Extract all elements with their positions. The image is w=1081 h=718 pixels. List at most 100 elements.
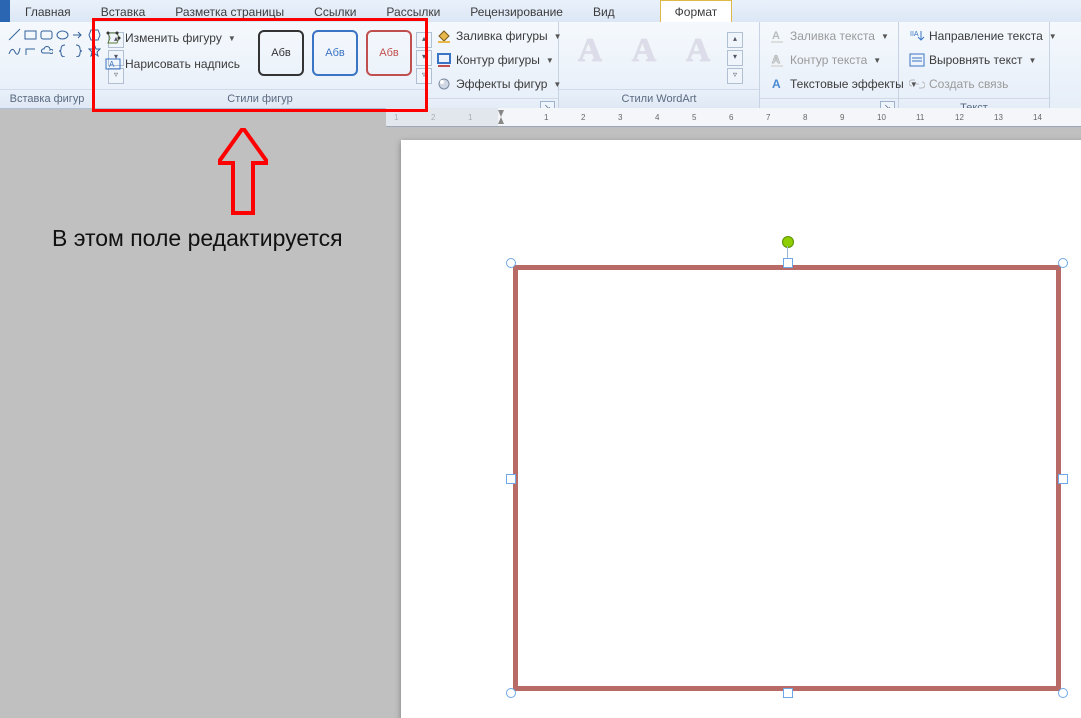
shape-ellipse-icon[interactable] <box>56 28 69 41</box>
svg-text:A: A <box>772 77 781 91</box>
svg-text:1: 1 <box>544 113 549 122</box>
svg-text:12: 12 <box>955 113 964 122</box>
shapes-gallery[interactable] <box>6 26 104 60</box>
wordart-gallery-nav: ▴ ▾ ▿ <box>727 32 743 84</box>
tab-format[interactable]: Формат <box>660 0 733 22</box>
shape-effects-button[interactable]: Эффекты фигур▼ <box>432 74 565 94</box>
shape-line-icon[interactable] <box>8 28 21 41</box>
wordart-more[interactable]: ▿ <box>727 68 743 84</box>
svg-text:IIA: IIA <box>910 31 919 38</box>
svg-text:9: 9 <box>840 113 845 122</box>
wordart-scroll-down[interactable]: ▾ <box>727 50 743 66</box>
align-text-button[interactable]: Выровнять текст▼ <box>905 50 1040 70</box>
svg-text:13: 13 <box>994 113 1003 122</box>
text-direction-icon: IIA <box>909 28 925 44</box>
shape-brace-icon[interactable] <box>56 44 69 57</box>
wordart-style-1[interactable]: A <box>565 26 615 76</box>
text-outline-icon: A <box>770 52 786 68</box>
file-tab-edge[interactable] <box>0 0 10 22</box>
resize-handle-t[interactable] <box>783 258 793 268</box>
svg-text:14: 14 <box>1033 113 1042 122</box>
bucket-icon <box>436 28 452 44</box>
svg-text:A: A <box>772 30 780 42</box>
svg-text:7: 7 <box>766 113 771 122</box>
textbox-icon: A <box>105 56 121 72</box>
resize-handle-bl[interactable] <box>506 688 516 698</box>
resize-handle-tl[interactable] <box>506 258 516 268</box>
edit-shape-label: Изменить фигуру <box>125 31 222 45</box>
shape-effects-label: Эффекты фигур <box>456 77 547 91</box>
shape-fill-button[interactable]: Заливка фигуры▼ <box>432 26 566 46</box>
shape-cloud-icon[interactable] <box>40 44 53 57</box>
resize-handle-tr[interactable] <box>1058 258 1068 268</box>
annotation-text: В этом поле редактируется <box>52 225 343 252</box>
tab-insert[interactable]: Вставка <box>86 0 161 22</box>
wordart-scroll-up[interactable]: ▴ <box>727 32 743 48</box>
tab-layout[interactable]: Разметка страницы <box>160 0 299 22</box>
shape-brace2-icon[interactable] <box>72 44 85 57</box>
text-effects-icon: A <box>770 76 786 92</box>
tab-mailings[interactable]: Рассылки <box>371 0 455 22</box>
text-outline-button[interactable]: A Контур текста▼ <box>766 50 885 70</box>
group-label-shape-styles: Стили фигур <box>95 89 425 108</box>
ribbon: ▴ ▾ ▿ Вставка фигур Изменить фигуру ▼ A <box>0 22 1081 109</box>
shape-elbow-icon[interactable] <box>24 44 37 57</box>
resize-handle-br[interactable] <box>1058 688 1068 698</box>
svg-text:4: 4 <box>655 113 660 122</box>
shape-roundrect-icon[interactable] <box>40 28 53 41</box>
draw-textbox-button[interactable]: A Нарисовать надпись <box>101 54 244 74</box>
resize-handle-b[interactable] <box>783 688 793 698</box>
group-wordart-styles: A A A ▴ ▾ ▿ Стили WordArt <box>559 22 760 108</box>
align-text-label: Выровнять текст <box>929 53 1022 67</box>
effects-icon <box>436 76 452 92</box>
shape-style-3[interactable]: Абв <box>366 30 412 76</box>
shape-rectangle[interactable] <box>513 265 1061 691</box>
dropdown-icon: ▼ <box>228 34 236 43</box>
edit-shape-icon <box>105 30 121 46</box>
tab-references[interactable]: Ссылки <box>299 0 371 22</box>
link-icon <box>909 76 925 92</box>
tab-view[interactable]: Вид <box>578 0 630 22</box>
wordart-style-3[interactable]: A <box>673 26 723 76</box>
svg-text:6: 6 <box>729 113 734 122</box>
tab-home[interactable]: Главная <box>10 0 86 22</box>
edit-shape-button[interactable]: Изменить фигуру ▼ <box>101 28 244 48</box>
pen-outline-icon <box>436 52 452 68</box>
tab-review[interactable]: Рецензирование <box>455 0 578 22</box>
selected-shape[interactable] <box>506 258 1068 698</box>
rotation-handle[interactable] <box>782 236 794 248</box>
shape-rect-icon[interactable] <box>24 28 37 41</box>
group-insert-shapes: ▴ ▾ ▿ Вставка фигур <box>0 22 95 108</box>
align-text-icon <box>909 52 925 68</box>
shape-arrow-icon[interactable] <box>72 28 85 41</box>
svg-text:8: 8 <box>803 113 808 122</box>
shape-outline-button[interactable]: Контур фигуры▼ <box>432 50 558 70</box>
svg-text:2: 2 <box>581 113 586 122</box>
svg-text:3: 3 <box>618 113 623 122</box>
wordart-style-2[interactable]: A <box>619 26 669 76</box>
shape-fill-label: Заливка фигуры <box>456 29 548 43</box>
draw-textbox-label: Нарисовать надпись <box>125 57 240 71</box>
group-label-wordart: Стили WordArt <box>559 89 759 108</box>
group-text-format: A Заливка текста▼ A Контур текста▼ A Тек… <box>760 22 899 108</box>
shape-style-2[interactable]: Абв <box>312 30 358 76</box>
text-effects-label: Текстовые эффекты <box>790 77 904 91</box>
text-fill-icon: A <box>770 28 786 44</box>
ribbon-tabs: Главная Вставка Разметка страницы Ссылки… <box>0 0 1081 23</box>
svg-text:A: A <box>109 60 115 69</box>
horizontal-ruler[interactable]: 121 123 456 789 101112 1314 <box>386 108 1081 127</box>
shape-style-1[interactable]: Абв <box>258 30 304 76</box>
shape-freeform-icon[interactable] <box>8 44 21 57</box>
text-direction-button[interactable]: IIA Направление текста▼ <box>905 26 1061 46</box>
svg-text:5: 5 <box>692 113 697 122</box>
resize-handle-l[interactable] <box>506 474 516 484</box>
create-link-button[interactable]: Создать связь <box>905 74 1012 94</box>
shape-outline-label: Контур фигуры <box>456 53 540 67</box>
text-fill-label: Заливка текста <box>790 29 875 43</box>
svg-text:A: A <box>772 54 780 66</box>
ruler-ticks-icon: 121 123 456 789 101112 1314 <box>386 108 1081 126</box>
word-window: Главная Вставка Разметка страницы Ссылки… <box>0 0 1081 718</box>
svg-text:11: 11 <box>916 113 925 122</box>
text-fill-button[interactable]: A Заливка текста▼ <box>766 26 893 46</box>
resize-handle-r[interactable] <box>1058 474 1068 484</box>
